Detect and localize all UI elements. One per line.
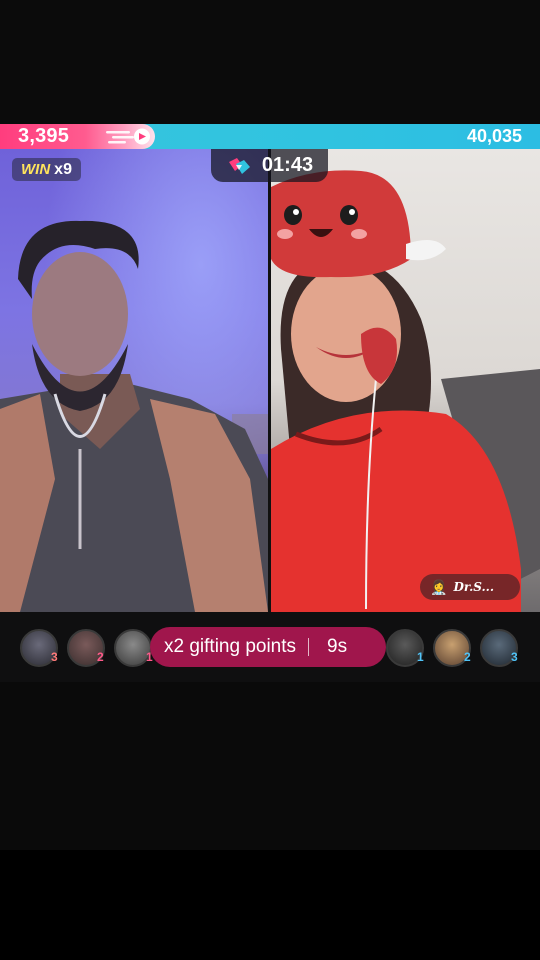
left-team-score-fill: 3,395 — [0, 124, 155, 149]
left-gifter-rank-3: 3 — [51, 650, 58, 664]
win-label: WIN — [21, 161, 51, 178]
top-letterbox — [0, 0, 540, 124]
bottom-letterbox — [0, 850, 540, 960]
left-host-figure — [0, 220, 268, 612]
gift-banner-text: x2 gifting points — [164, 636, 297, 657]
speed-streak-icon — [106, 128, 150, 145]
battle-score-bar: 3,395 40,035 — [0, 124, 540, 149]
gift-banner-countdown: 9s — [327, 636, 348, 657]
battle-timer: 01:43 — [211, 149, 328, 182]
win-count: x9 — [54, 160, 72, 178]
right-gifter-rank-3: 3 — [511, 650, 518, 664]
gift-banner-separator — [308, 638, 310, 656]
right-gifter-rank-1: 1 — [417, 650, 424, 664]
double-gift-points-banner[interactable]: x2 gifting points 9s — [150, 627, 386, 667]
right-host-name-tag[interactable]: 👩‍⚕️ Dr.S... — [420, 574, 520, 600]
left-team-score: 3,395 — [18, 125, 70, 147]
battle-timer-text: 01:43 — [261, 154, 314, 176]
right-team-score: 40,035 — [466, 126, 522, 146]
right-host-name: Dr.S... — [453, 580, 495, 594]
right-host-figure — [271, 170, 540, 612]
right-host-video[interactable] — [271, 149, 540, 612]
doctor-emoji-icon: 👩‍⚕️ — [430, 578, 448, 595]
left-host-video[interactable] — [0, 149, 268, 612]
right-gifter-rank-2: 2 — [464, 650, 471, 664]
win-streak-badge: WIN x9 — [12, 158, 81, 181]
left-gifter-rank-2: 2 — [97, 650, 104, 664]
battle-boxing-icon — [228, 157, 250, 174]
